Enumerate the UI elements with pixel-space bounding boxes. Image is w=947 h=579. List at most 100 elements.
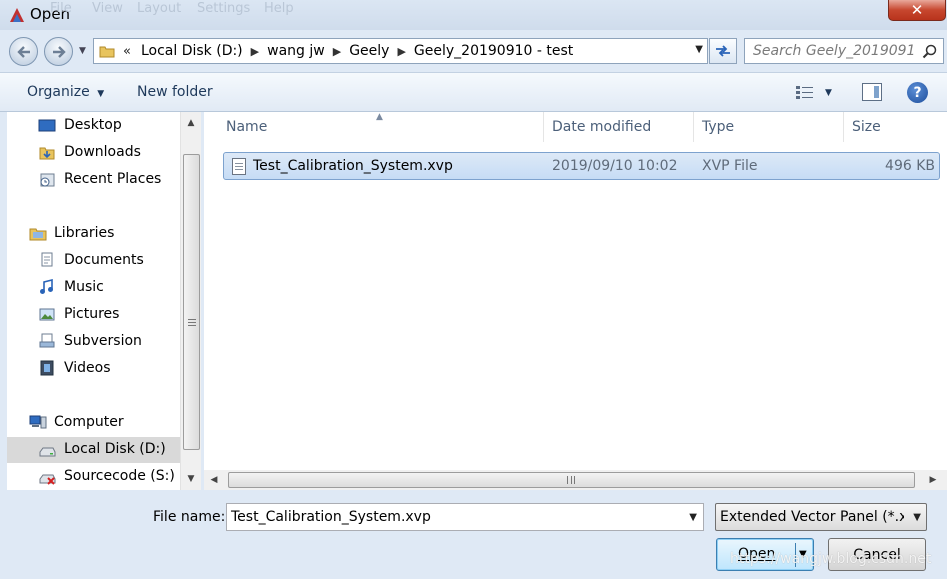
forward-arrow-icon <box>52 45 66 58</box>
chevron-right-icon[interactable]: ▶ <box>333 45 341 58</box>
file-name-label: File name: <box>153 509 226 525</box>
chevron-right-icon[interactable]: ▶ <box>251 45 259 58</box>
subversion-icon <box>39 333 55 348</box>
search-icon[interactable] <box>922 44 937 59</box>
nav-item-subversion[interactable]: Subversion <box>7 329 180 355</box>
nav-item-sourcecode-s[interactable]: Sourcecode (S:) <box>7 464 180 490</box>
grip-icon <box>567 476 575 484</box>
file-type: XVP File <box>702 158 758 174</box>
nav-item-label: Pictures <box>64 306 120 322</box>
nav-item-label: Subversion <box>64 333 142 349</box>
view-options-icon[interactable] <box>795 85 815 101</box>
back-arrow-icon <box>16 45 30 58</box>
breadcrumb-wang-jw[interactable]: wang jw <box>267 43 325 59</box>
nav-item-label: Libraries <box>54 225 115 241</box>
navigation-scrollbar[interactable]: ▲ ▼ <box>180 112 201 490</box>
search-box[interactable]: Search Geely_20190910... <box>744 38 944 64</box>
ghost-menu-help: Help <box>264 1 294 16</box>
nav-item-recent-places[interactable]: Recent Places <box>7 167 180 193</box>
forward-button[interactable] <box>44 37 73 66</box>
nav-item-label: Sourcecode (S:) <box>64 468 175 484</box>
nav-item-label: Local Disk (D:) <box>64 441 166 457</box>
nav-item-documents[interactable]: Documents <box>7 248 180 274</box>
scroll-down-icon[interactable]: ▼ <box>181 470 201 488</box>
music-icon <box>40 279 53 294</box>
nav-item-local-disk-d[interactable]: Local Disk (D:) <box>7 437 180 463</box>
nav-item-label: Downloads <box>64 144 141 160</box>
close-icon: ✕ <box>910 1 924 19</box>
organize-button[interactable]: Organize ▼ <box>27 84 104 100</box>
nav-item-pictures[interactable]: Pictures <box>7 302 180 328</box>
scroll-left-icon[interactable]: ◀ <box>204 470 224 490</box>
file-date: 2019/09/10 10:02 <box>552 158 678 174</box>
nav-item-computer[interactable]: Computer <box>7 410 180 436</box>
breadcrumb-overflow[interactable]: « <box>123 44 131 59</box>
breadcrumb-current-folder[interactable]: Geely_20190910 - test <box>414 43 573 59</box>
search-input[interactable]: Search Geely_20190910... <box>753 43 915 59</box>
column-header-date-modified[interactable]: Date modified <box>544 112 694 142</box>
desktop-icon <box>38 119 56 132</box>
file-type-filter[interactable]: Extended Vector Panel (*.xvp ▼ <box>715 503 927 531</box>
drive-icon <box>39 447 56 457</box>
file-row[interactable]: Test_Calibration_System.xvp 2019/09/10 1… <box>223 152 940 180</box>
nav-item-libraries[interactable]: Libraries <box>7 221 180 247</box>
nav-item-desktop[interactable]: Desktop <box>7 113 180 139</box>
app-icon <box>10 8 24 22</box>
breadcrumb-geely[interactable]: Geely <box>349 43 389 59</box>
recent-places-icon <box>40 173 55 187</box>
view-options-dropdown[interactable]: ▼ <box>825 88 832 98</box>
network-drive-disconnected-icon <box>39 474 56 485</box>
column-header-name[interactable]: Name <box>218 112 544 142</box>
file-type-filter-value: Extended Vector Panel (*.xvp <box>720 509 904 525</box>
column-header-type[interactable]: Type <box>694 112 844 142</box>
organize-label: Organize <box>27 84 90 100</box>
command-bar: Organize ▼ New folder ▼ ? <box>0 72 947 112</box>
navigation-pane: Desktop Downloads Recent Places Librarie… <box>7 112 180 490</box>
file-name-input[interactable]: Test_Calibration_System.xvp ▼ <box>226 503 704 531</box>
ghost-menu-view: View <box>92 1 123 16</box>
file-list: ▲ Name Date modified Type Size Test_Cali… <box>204 112 947 490</box>
nav-item-label: Desktop <box>64 117 122 133</box>
chevron-right-icon[interactable]: ▶ <box>397 45 405 58</box>
refresh-icon <box>716 45 730 57</box>
folder-icon <box>99 46 115 58</box>
chevron-down-icon: ▼ <box>913 512 921 523</box>
column-header-size[interactable]: Size <box>844 112 947 142</box>
nav-item-downloads[interactable]: Downloads <box>7 140 180 166</box>
breadcrumb-local-disk[interactable]: Local Disk (D:) <box>141 43 243 59</box>
file-size: 496 KB <box>885 158 935 174</box>
chevron-down-icon: ▼ <box>97 89 105 99</box>
grip-icon <box>188 319 196 326</box>
nav-item-label: Recent Places <box>64 171 162 187</box>
pictures-icon <box>39 308 55 321</box>
title-bar: Open File View Layout Settings Help ✕ <box>0 0 947 30</box>
close-button[interactable]: ✕ <box>888 0 946 21</box>
nav-item-label: Computer <box>54 414 124 430</box>
scrollbar-thumb[interactable] <box>228 472 915 488</box>
refresh-button[interactable] <box>709 38 737 64</box>
scroll-right-icon[interactable]: ▶ <box>923 470 943 490</box>
chevron-down-icon[interactable]: ▼ <box>689 512 697 523</box>
preview-pane-icon[interactable] <box>862 83 882 101</box>
recent-pages-dropdown[interactable]: ▼ <box>79 46 86 56</box>
ghost-menu-settings: Settings <box>197 1 251 16</box>
libraries-icon <box>29 228 47 241</box>
address-dropdown-icon[interactable]: ▼ <box>695 44 703 55</box>
new-folder-button[interactable]: New folder <box>137 84 213 100</box>
file-list-scrollbar[interactable]: ◀ ▶ <box>204 470 947 490</box>
nav-item-videos[interactable]: Videos <box>7 356 180 382</box>
scroll-up-icon[interactable]: ▲ <box>181 114 201 132</box>
back-button[interactable] <box>9 37 38 66</box>
videos-icon <box>40 360 54 376</box>
ghost-menu-file: File <box>50 1 72 16</box>
documents-icon <box>41 252 53 267</box>
file-name-value: Test_Calibration_System.xvp <box>231 509 431 525</box>
file-name: Test_Calibration_System.xvp <box>253 158 453 174</box>
nav-item-label: Videos <box>64 360 111 376</box>
scrollbar-thumb[interactable] <box>183 154 200 450</box>
address-bar[interactable]: « Local Disk (D:) ▶ wang jw ▶ Geely ▶ Ge… <box>93 38 708 64</box>
file-icon <box>232 158 246 175</box>
nav-item-music[interactable]: Music <box>7 275 180 301</box>
help-icon[interactable]: ? <box>907 82 928 103</box>
ghost-menu-layout: Layout <box>137 1 182 16</box>
